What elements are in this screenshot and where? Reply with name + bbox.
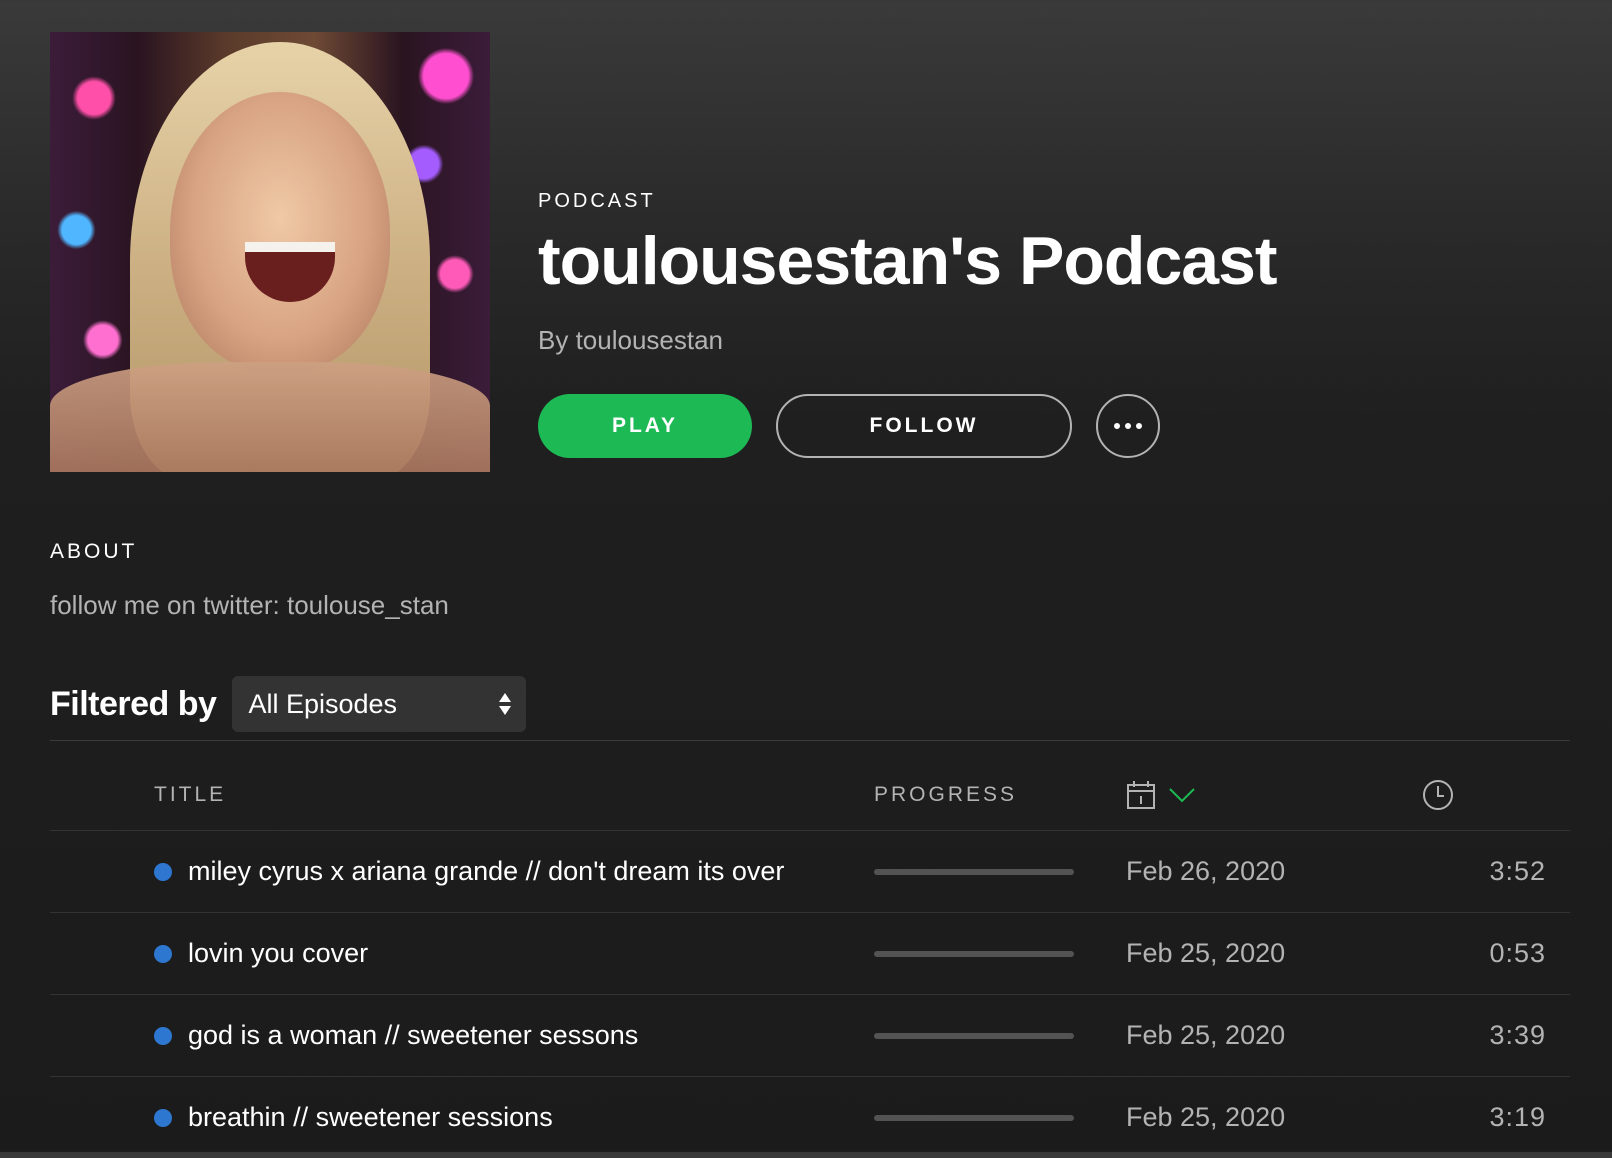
- podcast-byline[interactable]: By toulousestan: [538, 325, 1277, 356]
- episode-progress-cell: [874, 1077, 1074, 1158]
- unplayed-dot-icon: [154, 944, 172, 963]
- cover-face-shape: [170, 92, 390, 372]
- episode-duration: 3:52: [1489, 856, 1546, 886]
- episode-date: Feb 26, 2020: [1126, 856, 1286, 886]
- episode-progress-bar: [874, 1114, 1074, 1121]
- section-divider: [50, 740, 1570, 741]
- column-header-date[interactable]: [1126, 760, 1196, 830]
- clock-icon: [1423, 780, 1453, 810]
- column-header-progress[interactable]: PROGRESS: [874, 760, 1017, 830]
- episode-duration: 3:19: [1489, 1102, 1546, 1132]
- episode-title[interactable]: breathin // sweetener sessions: [188, 1102, 553, 1133]
- podcast-cover-art: [50, 32, 490, 472]
- more-horizontal-icon: [1114, 423, 1142, 429]
- table-row[interactable]: miley cyrus x ariana grande // don't dre…: [50, 831, 1570, 913]
- table-header: TITLE PROGRESS: [50, 760, 1570, 831]
- episode-duration: 3:39: [1489, 1020, 1546, 1050]
- cover-shoulder-shape: [50, 362, 490, 472]
- about-section: ABOUT follow me on twitter: toulouse_sta…: [50, 540, 449, 621]
- episode-duration: 0:53: [1489, 938, 1546, 968]
- unplayed-dot-icon: [154, 862, 172, 881]
- episode-filter: Filtered by All Episodes: [50, 676, 527, 732]
- unplayed-dot-icon: [154, 1026, 172, 1045]
- table-row[interactable]: god is a woman // sweetener sessons Feb …: [50, 995, 1570, 1077]
- episode-title-cell: breathin // sweetener sessions: [154, 1077, 553, 1158]
- episode-title[interactable]: god is a woman // sweetener sessons: [188, 1020, 638, 1051]
- episode-title-cell: god is a woman // sweetener sessons: [154, 995, 638, 1076]
- episode-filter-select[interactable]: All Episodes: [232, 676, 527, 732]
- table-row[interactable]: lovin you cover Feb 25, 2020 0:53: [50, 913, 1570, 995]
- episode-progress-cell: [874, 913, 1074, 994]
- more-options-button[interactable]: [1096, 394, 1160, 458]
- episode-progress-cell: [874, 831, 1074, 912]
- episode-date: Feb 25, 2020: [1126, 938, 1286, 968]
- about-heading: ABOUT: [50, 540, 138, 563]
- column-header-duration[interactable]: [1422, 760, 1454, 830]
- calendar-icon: [1127, 781, 1155, 809]
- episode-table: TITLE PROGRESS miley cyrus x ariana gran…: [50, 760, 1570, 1158]
- episode-date: Feb 25, 2020: [1126, 1020, 1286, 1050]
- play-button[interactable]: PLAY: [538, 394, 752, 458]
- header-actions: PLAY FOLLOW: [538, 394, 1277, 458]
- content-type-label: PODCAST: [538, 190, 656, 212]
- episode-progress-cell: [874, 995, 1074, 1076]
- episode-title-cell: lovin you cover: [154, 913, 368, 994]
- episode-date: Feb 25, 2020: [1126, 1102, 1286, 1132]
- about-description: follow me on twitter: toulouse_stan: [50, 590, 449, 620]
- episode-progress-bar: [874, 868, 1074, 875]
- table-row[interactable]: breathin // sweetener sessions Feb 25, 2…: [50, 1077, 1570, 1158]
- podcast-header: PODCAST toulousestan's Podcast By toulou…: [538, 190, 1278, 458]
- episode-title[interactable]: lovin you cover: [188, 938, 368, 969]
- unplayed-dot-icon: [154, 1108, 172, 1127]
- filter-selected-value: All Episodes: [248, 688, 398, 719]
- column-header-title[interactable]: TITLE: [154, 760, 226, 830]
- episode-progress-bar: [874, 950, 1074, 957]
- episode-title[interactable]: miley cyrus x ariana grande // don't dre…: [188, 856, 784, 887]
- select-arrows-icon: [499, 693, 512, 715]
- filter-label: Filtered by: [50, 684, 217, 723]
- page-title: toulousestan's Podcast: [538, 223, 1278, 299]
- episode-progress-bar: [874, 1032, 1074, 1039]
- chevron-down-icon[interactable]: [1168, 786, 1196, 804]
- follow-button[interactable]: FOLLOW: [776, 394, 1072, 458]
- episode-title-cell: miley cyrus x ariana grande // don't dre…: [154, 831, 784, 912]
